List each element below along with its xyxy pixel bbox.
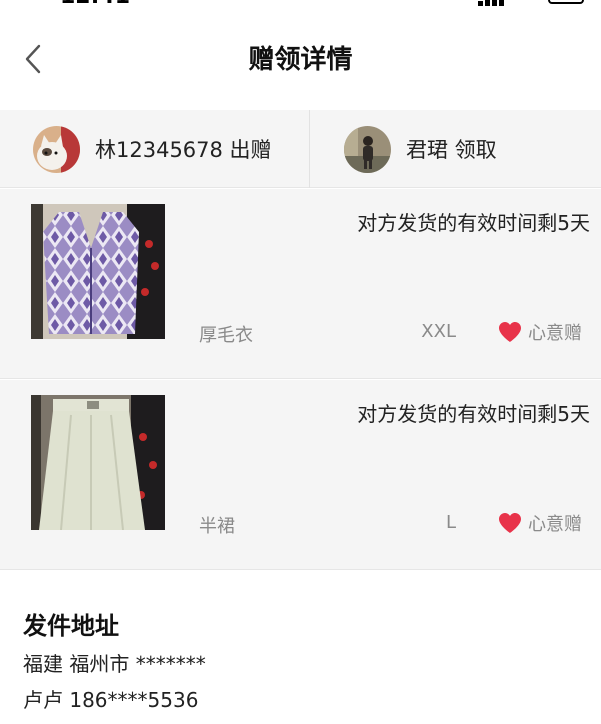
skirt-image[interactable]: [31, 395, 165, 530]
gift-tag-label: 心意赠: [528, 514, 582, 535]
giver-name: 林12345678 出赠: [95, 138, 272, 162]
receiver-avatar[interactable]: [344, 125, 391, 173]
gift-tag: 心意赠: [498, 319, 582, 345]
address-title: 发件地址: [23, 612, 119, 640]
address-region: 福建 福州市 *******: [23, 652, 206, 676]
heart-icon: [499, 322, 521, 342]
signal-icon: [478, 0, 504, 6]
wifi-icon: [514, 0, 528, 4]
nav-bar: 赠领详情: [0, 8, 601, 110]
shipping-address: 发件地址 福建 福州市 ******* 卢卢 186****5536: [0, 588, 601, 724]
battery-icon: [548, 0, 584, 4]
status-bar: 12:41: [0, 0, 601, 8]
giver-avatar[interactable]: [33, 125, 80, 173]
item-size: XXL: [421, 321, 456, 342]
address-contact: 卢卢 186****5536: [23, 688, 199, 712]
receiver-cell[interactable]: 君珺 领取: [311, 110, 601, 188]
gift-item[interactable]: 对方发货的有效时间剩5天 厚毛衣 XXL 心意赠: [0, 189, 601, 379]
gift-tag: 心意赠: [498, 510, 582, 536]
gift-tag-label: 心意赠: [528, 323, 582, 344]
sweater-image[interactable]: [31, 204, 165, 339]
page-title: 赠领详情: [248, 45, 353, 75]
ship-deadline: 对方发货的有效时间剩5天: [357, 402, 590, 426]
gift-item[interactable]: 对方发货的有效时间剩5天 半裙 L 心意赠: [0, 380, 601, 570]
item-name: 半裙: [199, 516, 235, 537]
heart-icon: [499, 513, 521, 533]
users-row: 林12345678 出赠 君珺 领取: [0, 110, 601, 188]
status-time: 12:41: [60, 0, 130, 8]
ship-deadline: 对方发货的有效时间剩5天: [357, 211, 590, 235]
giver-cell[interactable]: 林12345678 出赠: [0, 110, 310, 188]
item-size: L: [445, 512, 456, 533]
item-name: 厚毛衣: [199, 325, 253, 346]
receiver-name: 君珺 领取: [406, 138, 497, 162]
